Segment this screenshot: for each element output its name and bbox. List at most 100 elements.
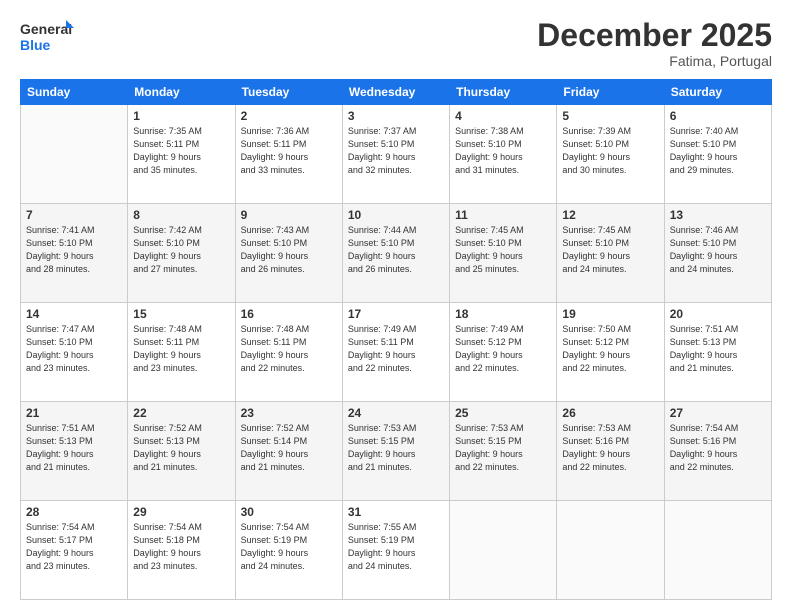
table-row: 1Sunrise: 7:35 AMSunset: 5:11 PMDaylight… xyxy=(128,105,235,204)
table-row: 4Sunrise: 7:38 AMSunset: 5:10 PMDaylight… xyxy=(450,105,557,204)
logo: General Blue xyxy=(20,18,75,56)
table-row: 11 Sunrise: 7:45 AMSunset: 5:10 PMDayligh… xyxy=(450,204,557,303)
day-info: Sunrise: 7:54 AMSunset: 5:16 PMDaylight:… xyxy=(670,422,766,474)
day-info: Sunrise: 7:53 AMSunset: 5:15 PMDaylight:… xyxy=(348,422,444,474)
day-info: Sunrise: 7:49 AMSunset: 5:12 PMDaylight:… xyxy=(455,323,551,375)
table-row: 5Sunrise: 7:39 AMSunset: 5:10 PMDaylight… xyxy=(557,105,664,204)
day-number: 25 xyxy=(455,406,551,420)
day-number: 9 xyxy=(241,208,337,222)
day-number: 8 xyxy=(133,208,229,222)
day-number: 5 xyxy=(562,109,658,123)
day-number: 12 xyxy=(562,208,658,222)
day-number: 7 xyxy=(26,208,122,222)
table-row: 17Sunrise: 7:49 AMSunset: 5:11 PMDayligh… xyxy=(342,303,449,402)
table-row: 27 Sunrise: 7:54 AMSunset: 5:16 PMDayligh… xyxy=(664,402,771,501)
day-number: 30 xyxy=(241,505,337,519)
month-title: December 2025 xyxy=(537,18,772,53)
svg-text:General: General xyxy=(20,21,72,37)
day-number: 15 xyxy=(133,307,229,321)
day-info: Sunrise: 7:43 AMSunset: 5:10 PMDaylight:… xyxy=(241,224,337,276)
table-row: 2Sunrise: 7:36 AMSunset: 5:11 PMDaylight… xyxy=(235,105,342,204)
calendar-row: 14Sunrise: 7:47 AMSunset: 5:10 PMDayligh… xyxy=(21,303,772,402)
col-sunday: Sunday xyxy=(21,80,128,105)
day-info: Sunrise: 7:37 AMSunset: 5:10 PMDaylight:… xyxy=(348,125,444,177)
day-number: 27 xyxy=(670,406,766,420)
day-info: Sunrise: 7:44 AMSunset: 5:10 PMDaylight:… xyxy=(348,224,444,276)
table-row: 20Sunrise: 7:51 AMSunset: 5:13 PMDayligh… xyxy=(664,303,771,402)
day-number: 3 xyxy=(348,109,444,123)
table-row: 9 Sunrise: 7:43 AMSunset: 5:10 PMDaylight… xyxy=(235,204,342,303)
day-info: Sunrise: 7:48 AMSunset: 5:11 PMDaylight:… xyxy=(241,323,337,375)
day-number: 26 xyxy=(562,406,658,420)
day-info: Sunrise: 7:41 AMSunset: 5:10 PMDaylight:… xyxy=(26,224,122,276)
table-row xyxy=(557,501,664,600)
header-row: Sunday Monday Tuesday Wednesday Thursday… xyxy=(21,80,772,105)
table-row: 18 Sunrise: 7:49 AMSunset: 5:12 PMDayligh… xyxy=(450,303,557,402)
day-number: 23 xyxy=(241,406,337,420)
day-number: 17 xyxy=(348,307,444,321)
table-row: 16Sunrise: 7:48 AMSunset: 5:11 PMDayligh… xyxy=(235,303,342,402)
table-row xyxy=(450,501,557,600)
table-row: 12Sunrise: 7:45 AMSunset: 5:10 PMDayligh… xyxy=(557,204,664,303)
calendar-header: Sunday Monday Tuesday Wednesday Thursday… xyxy=(21,80,772,105)
day-number: 11 xyxy=(455,208,551,222)
calendar-row: 7 Sunrise: 7:41 AMSunset: 5:10 PMDaylight… xyxy=(21,204,772,303)
table-row: 29Sunrise: 7:54 AMSunset: 5:18 PMDayligh… xyxy=(128,501,235,600)
table-row: 3 Sunrise: 7:37 AMSunset: 5:10 PMDaylight… xyxy=(342,105,449,204)
page: General Blue December 2025 Fatima, Portu… xyxy=(0,0,792,612)
table-row: 7 Sunrise: 7:41 AMSunset: 5:10 PMDaylight… xyxy=(21,204,128,303)
day-info: Sunrise: 7:52 AMSunset: 5:13 PMDaylight:… xyxy=(133,422,229,474)
day-info: Sunrise: 7:36 AMSunset: 5:11 PMDaylight:… xyxy=(241,125,337,177)
table-row: 19 Sunrise: 7:50 AMSunset: 5:12 PMDayligh… xyxy=(557,303,664,402)
calendar-row: 1Sunrise: 7:35 AMSunset: 5:11 PMDaylight… xyxy=(21,105,772,204)
table-row: 8 Sunrise: 7:42 AMSunset: 5:10 PMDaylight… xyxy=(128,204,235,303)
day-number: 18 xyxy=(455,307,551,321)
header: General Blue December 2025 Fatima, Portu… xyxy=(20,18,772,69)
logo-svg: General Blue xyxy=(20,18,75,56)
table-row: 6Sunrise: 7:40 AMSunset: 5:10 PMDaylight… xyxy=(664,105,771,204)
day-info: Sunrise: 7:53 AMSunset: 5:16 PMDaylight:… xyxy=(562,422,658,474)
table-row: 31 Sunrise: 7:55 AMSunset: 5:19 PMDayligh… xyxy=(342,501,449,600)
day-info: Sunrise: 7:54 AMSunset: 5:17 PMDaylight:… xyxy=(26,521,122,573)
subtitle: Fatima, Portugal xyxy=(537,53,772,69)
table-row: 21 Sunrise: 7:51 AMSunset: 5:13 PMDayligh… xyxy=(21,402,128,501)
day-info: Sunrise: 7:35 AMSunset: 5:11 PMDaylight:… xyxy=(133,125,229,177)
day-number: 24 xyxy=(348,406,444,420)
col-saturday: Saturday xyxy=(664,80,771,105)
day-info: Sunrise: 7:55 AMSunset: 5:19 PMDaylight:… xyxy=(348,521,444,573)
day-info: Sunrise: 7:51 AMSunset: 5:13 PMDaylight:… xyxy=(26,422,122,474)
table-row: 28 Sunrise: 7:54 AMSunset: 5:17 PMDayligh… xyxy=(21,501,128,600)
day-number: 19 xyxy=(562,307,658,321)
day-info: Sunrise: 7:54 AMSunset: 5:19 PMDaylight:… xyxy=(241,521,337,573)
day-number: 22 xyxy=(133,406,229,420)
day-number: 6 xyxy=(670,109,766,123)
day-info: Sunrise: 7:45 AMSunset: 5:10 PMDaylight:… xyxy=(455,224,551,276)
table-row xyxy=(21,105,128,204)
day-info: Sunrise: 7:50 AMSunset: 5:12 PMDaylight:… xyxy=(562,323,658,375)
calendar-row: 28 Sunrise: 7:54 AMSunset: 5:17 PMDayligh… xyxy=(21,501,772,600)
day-info: Sunrise: 7:52 AMSunset: 5:14 PMDaylight:… xyxy=(241,422,337,474)
svg-text:Blue: Blue xyxy=(20,37,51,53)
day-number: 31 xyxy=(348,505,444,519)
table-row: 24 Sunrise: 7:53 AMSunset: 5:15 PMDayligh… xyxy=(342,402,449,501)
day-number: 28 xyxy=(26,505,122,519)
table-row: 14Sunrise: 7:47 AMSunset: 5:10 PMDayligh… xyxy=(21,303,128,402)
day-info: Sunrise: 7:54 AMSunset: 5:18 PMDaylight:… xyxy=(133,521,229,573)
table-row xyxy=(664,501,771,600)
day-info: Sunrise: 7:46 AMSunset: 5:10 PMDaylight:… xyxy=(670,224,766,276)
table-row: 15 Sunrise: 7:48 AMSunset: 5:11 PMDayligh… xyxy=(128,303,235,402)
table-row: 25 Sunrise: 7:53 AMSunset: 5:15 PMDayligh… xyxy=(450,402,557,501)
day-number: 21 xyxy=(26,406,122,420)
table-row: 30 Sunrise: 7:54 AMSunset: 5:19 PMDayligh… xyxy=(235,501,342,600)
day-number: 4 xyxy=(455,109,551,123)
table-row: 22 Sunrise: 7:52 AMSunset: 5:13 PMDayligh… xyxy=(128,402,235,501)
table-row: 13Sunrise: 7:46 AMSunset: 5:10 PMDayligh… xyxy=(664,204,771,303)
day-number: 10 xyxy=(348,208,444,222)
day-info: Sunrise: 7:48 AMSunset: 5:11 PMDaylight:… xyxy=(133,323,229,375)
day-info: Sunrise: 7:53 AMSunset: 5:15 PMDaylight:… xyxy=(455,422,551,474)
col-tuesday: Tuesday xyxy=(235,80,342,105)
day-number: 14 xyxy=(26,307,122,321)
table-row: 26 Sunrise: 7:53 AMSunset: 5:16 PMDayligh… xyxy=(557,402,664,501)
day-info: Sunrise: 7:42 AMSunset: 5:10 PMDaylight:… xyxy=(133,224,229,276)
col-monday: Monday xyxy=(128,80,235,105)
